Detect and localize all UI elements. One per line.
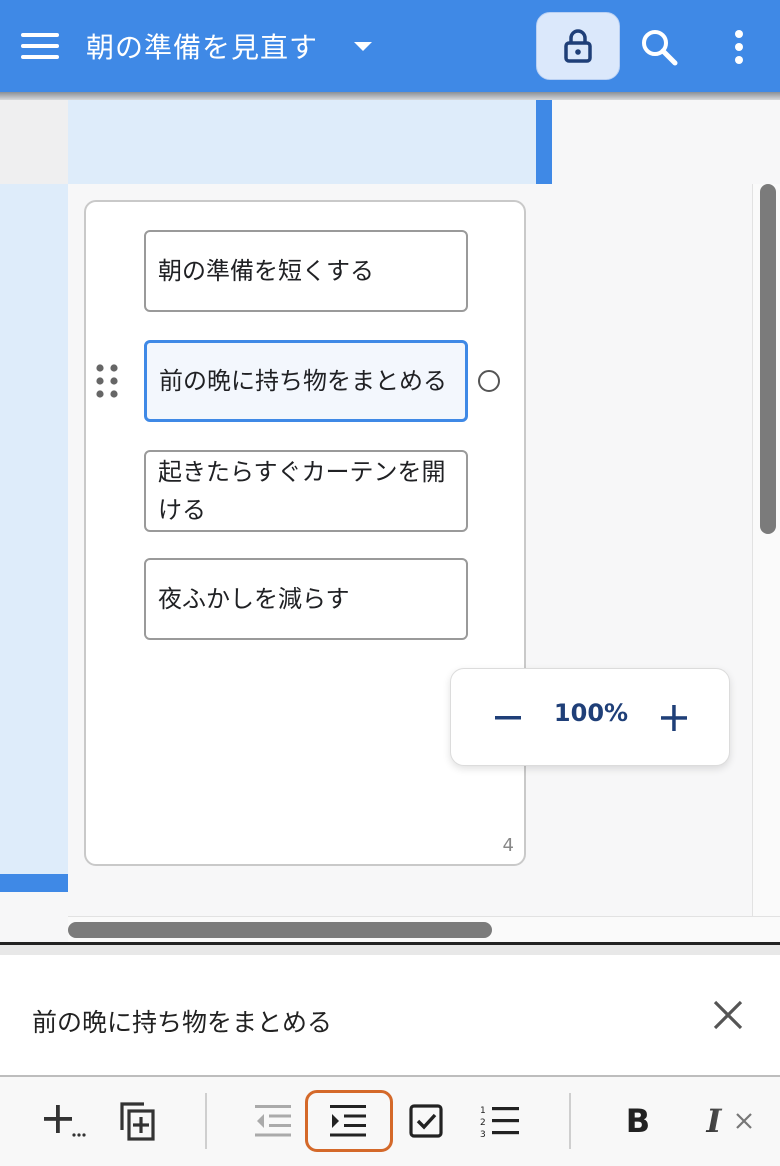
mindmap-node[interactable]: 朝の準備を短くする [144,230,468,312]
checkbox-button[interactable] [396,1091,456,1151]
svg-text:3: 3 [480,1130,486,1138]
toolbar-divider [205,1093,207,1149]
mindmap-card: 朝の準備を短くする 前の晩に持ち物をまとめる 起きたらすぐカーテンを開ける 夜ふ… [84,200,526,866]
numbered-list-button[interactable]: 1 2 3 [470,1091,530,1151]
row-highlight-edge [536,100,552,184]
svg-text:2: 2 [480,1118,486,1128]
outdent-icon [255,1105,291,1137]
bold-button[interactable]: B [608,1091,668,1151]
canvas-margin [0,100,68,184]
search-icon[interactable] [630,20,688,74]
node-label: 朝の準備を短くする [158,257,374,285]
app-bar-shadow [0,92,780,100]
duplicate-button[interactable] [108,1091,168,1151]
zoom-level: 100% [553,699,629,727]
node-label: 起きたらすぐカーテンを開ける [158,458,446,524]
duplicate-icon [120,1102,155,1141]
plus-more-icon [44,1105,86,1137]
column-highlight-band [0,184,68,874]
editor-top-border [0,945,780,955]
minus-icon [495,716,521,720]
mindmap-node-selected[interactable]: 前の晩に持ち物をまとめる [144,340,468,422]
node-edit-bar: 前の晩に持ち物をまとめる [0,955,780,1075]
format-toolbar: 1 2 3 B I [0,1077,780,1166]
outdent-button[interactable] [244,1091,304,1151]
document-title-area[interactable]: 朝の準備を見直す [86,24,318,68]
add-more-button[interactable] [34,1091,94,1151]
mindmap-node[interactable]: 起きたらすぐカーテンを開ける [144,450,468,532]
close-icon[interactable] [704,991,752,1039]
drag-handle-icon[interactable] [94,362,120,402]
app-bar: 朝の準備を見直す [0,0,780,92]
node-label: 前の晩に持ち物をまとめる [159,367,447,395]
plus-icon [661,705,687,731]
node-count: 4 [502,835,514,856]
italic-icon: I [706,1102,722,1140]
toolbar-divider [569,1093,571,1149]
node-edit-input[interactable]: 前の晩に持ち物をまとめる [32,1003,332,1039]
mindmap-canvas[interactable]: 朝の準備を短くする 前の晩に持ち物をまとめる 起きたらすぐカーテンを開ける 夜ふ… [0,100,780,942]
zoom-out-button[interactable] [483,693,533,743]
zoom-control: 100% [450,668,730,766]
indent-button[interactable] [305,1090,393,1152]
bold-icon: B [625,1102,651,1140]
row-highlight-band [68,100,552,184]
lock-button[interactable] [536,12,620,80]
column-highlight-edge [0,874,68,892]
svg-text:1: 1 [480,1106,486,1116]
clear-format-icon[interactable] [730,1107,758,1135]
more-vertical-icon[interactable] [712,20,766,74]
node-label: 夜ふかしを減らす [158,585,350,613]
mindmap-node[interactable]: 夜ふかしを減らす [144,558,468,640]
lock-icon [564,29,592,63]
chevron-down-icon[interactable] [350,34,376,60]
hamburger-menu-icon[interactable] [16,24,64,68]
node-connector-handle[interactable] [478,370,500,392]
indent-icon [330,1105,366,1137]
checkbox-icon [409,1104,443,1138]
horizontal-scrollbar-thumb[interactable] [68,922,492,938]
document-title: 朝の準備を見直す [86,31,319,64]
vertical-scrollbar-thumb[interactable] [760,184,776,534]
numbered-list-icon: 1 2 3 [480,1106,519,1138]
zoom-in-button[interactable] [649,693,699,743]
